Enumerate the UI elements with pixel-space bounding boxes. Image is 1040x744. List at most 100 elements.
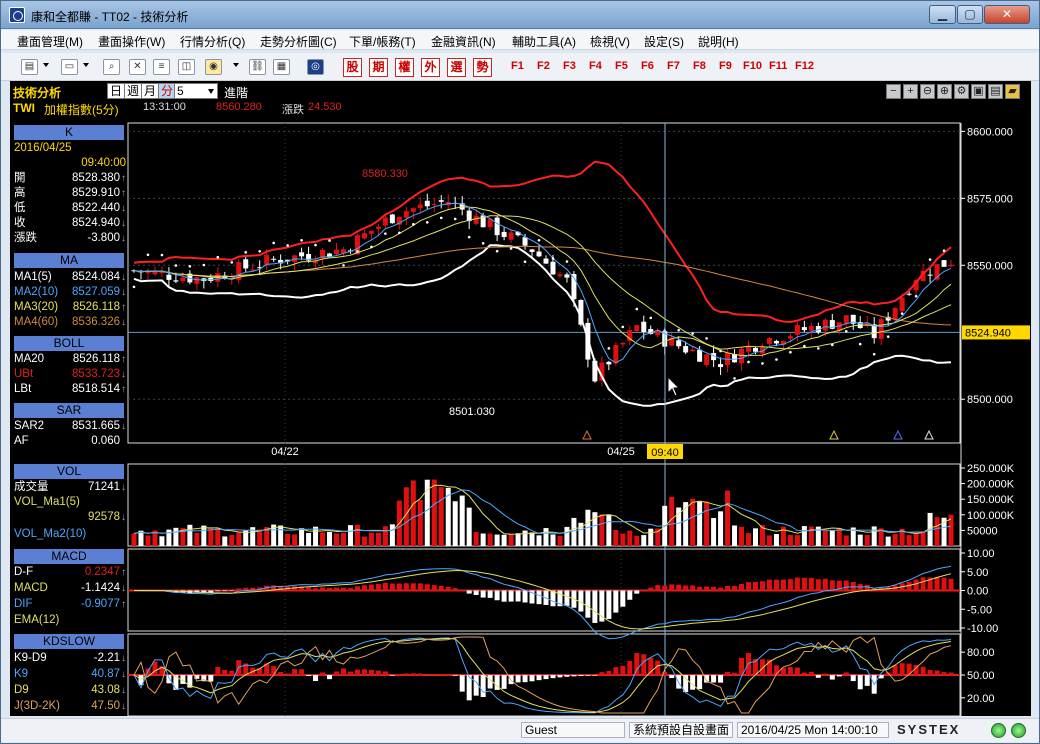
candle-body — [438, 200, 444, 202]
macd-histogram-bar — [801, 577, 807, 591]
sar-dot — [747, 360, 750, 364]
menu-tools[interactable]: 輔助工具(A) — [512, 33, 576, 50]
candle-body — [501, 231, 507, 238]
menu-view[interactable]: 檢視(V) — [590, 33, 630, 50]
macd-tick-label: -5.00 — [967, 604, 992, 616]
cursor-time-label: 09:40 — [651, 447, 679, 459]
sar-dot — [579, 307, 583, 310]
foreign-button[interactable]: 外 — [421, 58, 440, 77]
link-icon[interactable]: ⛓ — [249, 59, 266, 75]
close-window-icon[interactable]: ✕ — [129, 59, 146, 75]
menu-quote-analysis[interactable]: 行情分析(Q) — [180, 33, 245, 50]
list-icon[interactable]: ≡ — [153, 59, 170, 75]
candle-body — [766, 338, 772, 344]
f4-key[interactable]: F4 — [589, 60, 602, 72]
kd-histogram-bar — [892, 665, 898, 675]
f6-key[interactable]: F6 — [641, 60, 654, 72]
volume-bar — [299, 528, 305, 546]
menu-order-account[interactable]: 下單/帳務(T) — [349, 33, 416, 50]
macd-histogram-bar — [843, 580, 849, 591]
menu-screen-operate[interactable]: 畫面操作(W) — [98, 33, 165, 50]
search-icon[interactable]: ⌕ — [103, 59, 120, 75]
signal-triangle — [924, 429, 934, 440]
kd-histogram-bar — [515, 675, 521, 683]
trend-button[interactable]: 勢 — [473, 58, 492, 77]
menu-screen-manage[interactable]: 畫面管理(M) — [17, 33, 83, 50]
volume-bar — [327, 531, 333, 546]
menu-settings[interactable]: 設定(S) — [644, 33, 684, 50]
sar-dot — [467, 235, 471, 239]
kd-histogram-bar — [347, 671, 353, 675]
monitor-icon[interactable]: ▭ — [61, 59, 78, 75]
kd-histogram-bar — [431, 674, 437, 675]
sar-dot — [174, 264, 178, 267]
chevron-down-icon[interactable] — [43, 63, 49, 67]
macd-histogram-bar — [208, 590, 214, 593]
price-chart[interactable]: 8600.000 8575.000 8550.000 8500.000 8524.940… — [10, 81, 1031, 716]
kd-histogram-bar — [222, 669, 228, 675]
f9-key[interactable]: F9 — [719, 60, 732, 72]
sar-dot — [817, 347, 820, 350]
macd-histogram-bar — [424, 584, 430, 591]
chevron-down-icon[interactable] — [83, 63, 89, 67]
futures-button[interactable]: 期 — [369, 58, 388, 77]
tile-icon[interactable]: ◫ — [178, 59, 195, 75]
f3-key[interactable]: F3 — [563, 60, 576, 72]
stock-button[interactable]: 股 — [343, 58, 362, 77]
app-icon — [9, 7, 25, 23]
volume-bar — [145, 535, 151, 546]
f12-key[interactable]: F12 — [795, 60, 814, 72]
volume-bar — [704, 501, 710, 546]
menu-trend-chart[interactable]: 走勢分析圖(C) — [260, 33, 337, 50]
f2-key[interactable]: F2 — [537, 60, 550, 72]
sar-dot — [858, 342, 862, 346]
chart-icon[interactable]: ▦ — [273, 59, 290, 75]
kd-histogram-bar — [690, 675, 696, 690]
kd-histogram-bar — [361, 669, 367, 675]
close-button[interactable]: ✕ — [984, 5, 1030, 24]
macd-histogram-bar — [773, 579, 779, 591]
macd-histogram-bar — [354, 586, 360, 591]
menu-help[interactable]: 說明(H) — [698, 33, 739, 50]
kd-histogram-bar — [215, 666, 221, 675]
f7-key[interactable]: F7 — [667, 60, 680, 72]
options-button[interactable]: 權 — [395, 58, 414, 77]
macd-histogram-bar — [592, 590, 598, 623]
macd-histogram-bar — [550, 590, 556, 607]
macd-histogram-bar — [410, 583, 416, 591]
kd-histogram-bar — [320, 672, 326, 675]
f10-key[interactable]: F10 — [743, 60, 762, 72]
sar-dot — [719, 349, 722, 353]
macd-histogram-bar — [941, 577, 947, 591]
maximize-button[interactable]: ▢ — [957, 5, 983, 24]
menu-financial-info[interactable]: 金融資訊(N) — [431, 33, 496, 50]
sar-dot — [216, 255, 220, 259]
volume-bar — [864, 534, 870, 546]
price-tick-label: 8500.000 — [967, 394, 1013, 406]
f5-key[interactable]: F5 — [615, 60, 628, 72]
macd-histogram-bar — [417, 583, 423, 591]
select-button[interactable]: 選 — [447, 58, 466, 77]
logo-icon[interactable]: ◎ — [307, 59, 324, 75]
layout-icon[interactable]: ▤ — [21, 59, 38, 75]
kd-tick-label: 50.00 — [967, 670, 995, 682]
f11-key[interactable]: F11 — [769, 60, 787, 72]
alarm-icon[interactable]: ◉ — [205, 59, 222, 75]
signal-triangle — [582, 429, 592, 440]
macd-histogram-bar — [480, 590, 486, 598]
candle-body — [494, 217, 500, 236]
kd-histogram-bar — [403, 673, 409, 675]
candle-body — [529, 249, 535, 252]
kd-histogram-bar — [711, 675, 717, 683]
f8-key[interactable]: F8 — [693, 60, 706, 72]
sar-dot — [272, 241, 275, 245]
chevron-down-icon[interactable] — [233, 63, 239, 67]
volume-bar — [257, 529, 263, 546]
candle-body — [557, 274, 563, 277]
volume-bar — [885, 536, 891, 546]
f1-key[interactable]: F1 — [511, 60, 524, 72]
sar-dot — [425, 221, 429, 224]
candle-body — [389, 214, 395, 224]
minimize-button[interactable]: ▁ — [929, 5, 956, 24]
macd-histogram-bar — [389, 583, 395, 591]
